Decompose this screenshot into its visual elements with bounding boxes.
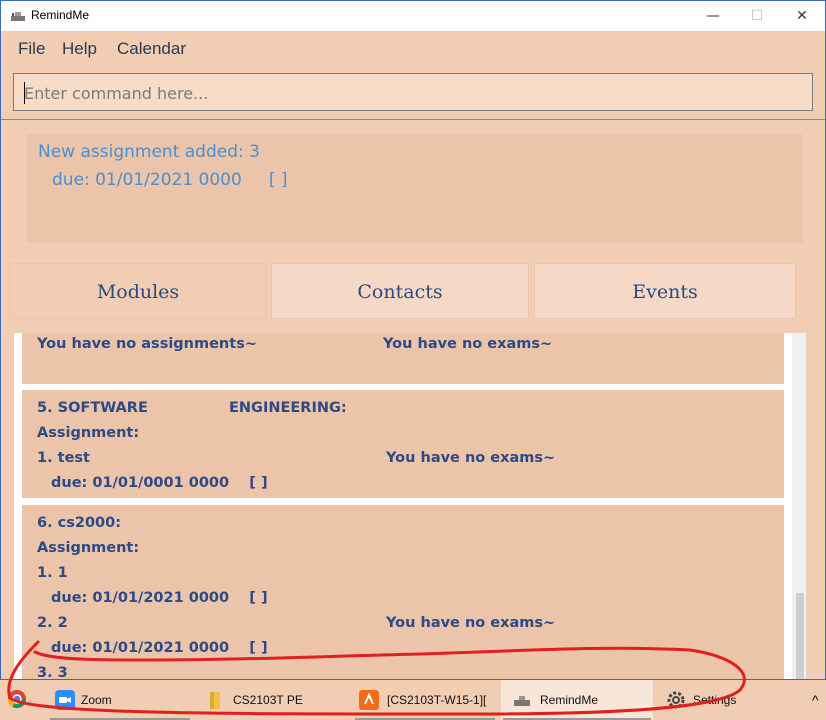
- result-message: New assignment added: 3: [38, 142, 260, 162]
- app-window: RemindMe — ☐ ✕ File Help Calendar New as…: [0, 0, 826, 680]
- scrollbar-thumb[interactable]: [796, 593, 804, 679]
- remindme-icon: [514, 696, 530, 706]
- no-exams-text: You have no exams~: [386, 450, 556, 466]
- divider: [1, 119, 825, 120]
- assignment-name: 3. 3: [37, 665, 68, 680]
- assignment-due: due: 01/01/2021 0000 [ ]: [51, 640, 268, 656]
- command-box: [13, 73, 813, 111]
- settings-gear-icon: [667, 691, 685, 709]
- module-title: 6. cs2000:: [37, 515, 122, 531]
- assignment-due: due: 01/01/0001 0000 [ ]: [51, 475, 268, 491]
- no-exams-text: You have no exams~: [386, 615, 556, 631]
- tab-modules[interactable]: Modules: [9, 263, 267, 319]
- no-exams-text: You have no exams~: [383, 336, 553, 352]
- tab-events[interactable]: Events: [534, 263, 796, 319]
- close-button[interactable]: ✕: [779, 1, 825, 31]
- assignment-name: 1. 1: [37, 565, 68, 581]
- menu-bar: File Help Calendar: [1, 31, 825, 67]
- tab-contacts[interactable]: Contacts: [271, 263, 529, 319]
- app-logo-icon: [11, 12, 25, 21]
- assignment-header: Assignment:: [37, 540, 140, 556]
- taskbar-pdf[interactable]: [CS2103T-W15-1][: [387, 680, 486, 720]
- result-display: New assignment added: 3 due: 01/01/2021 …: [26, 134, 802, 243]
- taskbar-folder[interactable]: CS2103T PE: [233, 680, 303, 720]
- taskbar-zoom[interactable]: Zoom: [81, 680, 112, 720]
- maximize-button[interactable]: ☐: [734, 1, 780, 31]
- module-card[interactable]: 5. SOFTWARE ENGINEERING: Assignment: 1. …: [22, 390, 784, 498]
- window-title: RemindMe: [31, 8, 90, 22]
- folder-icon: [210, 692, 220, 709]
- taskbar: Zoom CS2103T PE [CS2103T-W15-1][ RemindM…: [0, 680, 826, 720]
- assignment-header: Assignment:: [37, 425, 140, 441]
- assignment-due: due: 01/01/2021 0000 [ ]: [51, 590, 268, 606]
- module-list[interactable]: You have no assignments~ You have no exa…: [14, 333, 806, 680]
- taskbar-remindme[interactable]: RemindMe: [540, 680, 598, 720]
- result-due: due: 01/01/2021 0000 [ ]: [52, 170, 288, 190]
- module-title: 5. SOFTWARE: [37, 400, 148, 416]
- no-assignments-text: You have no assignments~: [37, 336, 257, 352]
- menu-calendar[interactable]: Calendar: [117, 39, 186, 59]
- menu-help[interactable]: Help: [62, 39, 97, 59]
- title-bar[interactable]: RemindMe — ☐ ✕: [1, 1, 825, 31]
- module-card[interactable]: 6. cs2000: Assignment: 1. 1 due: 01/01/2…: [22, 505, 784, 680]
- zoom-icon: [55, 690, 75, 710]
- pdf-icon: [359, 690, 379, 710]
- module-title-cont: ENGINEERING:: [229, 400, 347, 416]
- chrome-icon[interactable]: [7, 689, 27, 709]
- command-input[interactable]: [24, 81, 794, 105]
- menu-file[interactable]: File: [18, 39, 45, 59]
- assignment-name: 1. test: [37, 450, 90, 466]
- taskbar-settings[interactable]: Settings: [693, 680, 736, 720]
- text-caret: [24, 82, 25, 104]
- minimize-button[interactable]: —: [690, 1, 736, 31]
- module-card[interactable]: You have no assignments~ You have no exa…: [22, 333, 784, 384]
- assignment-name: 2. 2: [37, 615, 68, 631]
- chevron-up-icon[interactable]: ^: [812, 680, 819, 720]
